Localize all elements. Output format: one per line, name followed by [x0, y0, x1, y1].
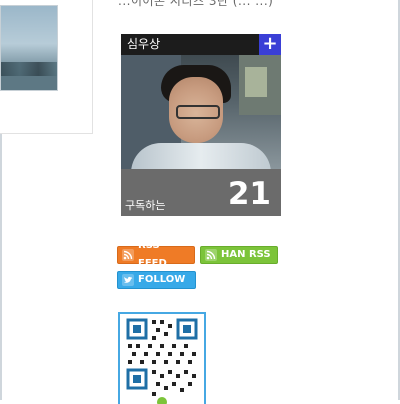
han-rss-button[interactable]: HAN RSS	[200, 246, 278, 264]
photo-glasses	[176, 105, 220, 119]
plus-icon: +	[262, 34, 278, 54]
subscribe-label: 구독하는	[125, 199, 166, 212]
previous-post-card[interactable]	[0, 0, 93, 134]
profile-widget: 심우상 + 구독하는 21	[121, 34, 281, 216]
qr-code-image	[120, 314, 204, 404]
add-subscribe-button[interactable]: +	[259, 34, 281, 55]
twitter-bird-icon	[122, 274, 134, 286]
post-thumbnail[interactable]	[0, 5, 58, 91]
rss-icon	[122, 249, 134, 261]
profile-name: 심우상	[127, 37, 161, 51]
thumbnail-skyline	[1, 62, 57, 76]
han-rss-icon	[205, 249, 217, 261]
subscriber-footer: 구독하는 21	[121, 169, 281, 216]
profile-photo[interactable]	[121, 55, 281, 169]
qr-code-widget[interactable]	[118, 312, 206, 404]
widget-header: 심우상 +	[121, 34, 281, 55]
header-text: ...이어폰 시리즈 3탄 (... ...)	[118, 0, 274, 8]
subscriber-count: 21	[227, 176, 271, 212]
photo-poster	[245, 67, 267, 97]
thumbnail-water	[1, 76, 57, 90]
rss-feed-button[interactable]: RSS FEED	[117, 240, 195, 269]
follow-button[interactable]: FOLLOW	[117, 271, 196, 289]
follow-label: FOLLOW	[138, 274, 186, 285]
han-rss-label: HAN RSS	[221, 249, 271, 260]
photo-shirt	[131, 143, 271, 169]
rss-feed-label: RSS FEED	[138, 240, 167, 269]
